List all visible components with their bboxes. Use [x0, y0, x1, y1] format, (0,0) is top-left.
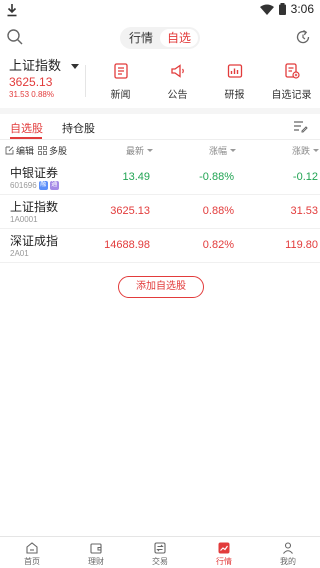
- active-tab-indicator: [10, 137, 42, 139]
- battery-icon: [278, 3, 286, 15]
- search-icon[interactable]: [6, 28, 24, 46]
- sort-latest[interactable]: 最新: [126, 144, 154, 157]
- index-name: 上证指数: [9, 58, 62, 73]
- stock-change-pct: -0.88%: [199, 171, 234, 183]
- news-icon: [113, 63, 128, 79]
- stock-change-pct: 0.88%: [202, 205, 234, 217]
- nav-profile[interactable]: 我的: [256, 537, 320, 568]
- nav-home[interactable]: 首页: [0, 537, 64, 568]
- quick-action-label: 研报: [224, 90, 245, 101]
- nav-label: 我的: [280, 557, 296, 566]
- index-change: 31.53: [9, 90, 30, 99]
- quick-action-research[interactable]: 研报: [206, 62, 263, 104]
- nav-label: 理财: [88, 557, 104, 566]
- nav-market[interactable]: 行情: [192, 537, 256, 568]
- profile-icon: [283, 542, 293, 554]
- quick-action-label: 公告: [167, 90, 188, 101]
- status-bar: 3:06: [0, 0, 320, 20]
- quick-actions: 新闻 公告 研报 自选记录: [92, 62, 320, 104]
- stock-change-pct: 0.82%: [202, 239, 234, 251]
- nav-trade[interactable]: 交易: [128, 537, 192, 568]
- tab-holdings[interactable]: 持仓股: [62, 120, 95, 136]
- nav-label: 交易: [152, 557, 168, 566]
- index-summary[interactable]: 上证指数 3625.13 31.53 0.88%: [0, 58, 96, 108]
- stock-change: 119.80: [285, 239, 318, 251]
- nav-wealth[interactable]: 理财: [64, 537, 128, 568]
- quick-action-watchlist-record[interactable]: 自选记录: [263, 62, 320, 104]
- tab-watchlist[interactable]: 自选: [160, 29, 198, 47]
- stock-name: 深证成指: [10, 234, 59, 248]
- sort-icon: [313, 149, 320, 152]
- top-bar: 行情 自选: [0, 22, 320, 54]
- stock-change: 31.53: [290, 205, 318, 217]
- edit-button[interactable]: 编辑: [5, 144, 34, 157]
- add-watchlist-button[interactable]: 添加自选股: [118, 276, 204, 298]
- nav-label: 行情: [216, 557, 232, 566]
- download-icon: [7, 4, 17, 17]
- home-icon: [26, 542, 38, 554]
- multi-stock-button[interactable]: 多股: [38, 144, 67, 157]
- margin-badge: 融: [38, 181, 48, 190]
- trade-icon: [154, 542, 166, 554]
- stock-name: 上证指数: [10, 200, 59, 214]
- table-row[interactable]: 中银证券 601696 融 通 13.49 -0.88% -0.12: [0, 161, 320, 195]
- tab-market[interactable]: 行情: [122, 29, 160, 47]
- announcement-icon: [170, 64, 184, 78]
- wallet-icon: [90, 543, 102, 554]
- stock-price: 13.49: [122, 171, 150, 183]
- bottom-nav: 首页 理财 交易 行情 我的: [0, 536, 320, 568]
- index-change-pct: 0.88%: [31, 90, 54, 99]
- chevron-down-icon[interactable]: [71, 63, 80, 69]
- market-segment-control: 行情 自选: [120, 27, 200, 49]
- nav-label: 首页: [24, 557, 40, 566]
- market-icon: [218, 542, 230, 554]
- edit-list-icon[interactable]: [292, 118, 308, 134]
- stock-price: 14688.98: [104, 239, 150, 251]
- stock-tabs: 自选股 持仓股: [0, 114, 320, 140]
- watchlist-record-icon: [284, 63, 300, 79]
- connect-badge: 通: [49, 181, 59, 190]
- quick-action-label: 自选记录: [271, 90, 312, 101]
- refresh-icon[interactable]: [294, 28, 312, 46]
- status-time: 3:06: [290, 2, 314, 16]
- list-header: 编辑 多股 最新 涨幅 涨跌: [0, 141, 320, 159]
- divider: [85, 65, 86, 97]
- table-row[interactable]: 上证指数 1A0001 3625.13 0.88% 31.53: [0, 195, 320, 229]
- stock-price: 3625.13: [110, 205, 150, 217]
- index-price: 3625.13: [9, 75, 53, 89]
- grid-icon: [38, 146, 47, 155]
- table-row[interactable]: 深证成指 2A01 14688.98 0.82% 119.80: [0, 229, 320, 263]
- wifi-icon: [259, 4, 274, 15]
- stock-code: 1A0001: [10, 215, 38, 224]
- stock-change: -0.12: [292, 171, 318, 183]
- stock-name: 中银证券: [10, 166, 59, 180]
- sort-icon: [147, 149, 154, 152]
- quick-action-label: 新闻: [110, 90, 131, 101]
- research-icon: [227, 64, 242, 78]
- sort-change[interactable]: 涨跌: [292, 144, 320, 157]
- stock-code: 2A01: [10, 249, 29, 258]
- edit-icon: [5, 146, 14, 155]
- quick-action-news[interactable]: 新闻: [92, 62, 149, 104]
- sort-icon: [230, 149, 237, 152]
- tab-watchlist-stocks[interactable]: 自选股: [10, 120, 43, 136]
- stock-code: 601696: [10, 181, 37, 190]
- sort-change-pct[interactable]: 涨幅: [209, 144, 237, 157]
- quick-action-announcement[interactable]: 公告: [149, 62, 206, 104]
